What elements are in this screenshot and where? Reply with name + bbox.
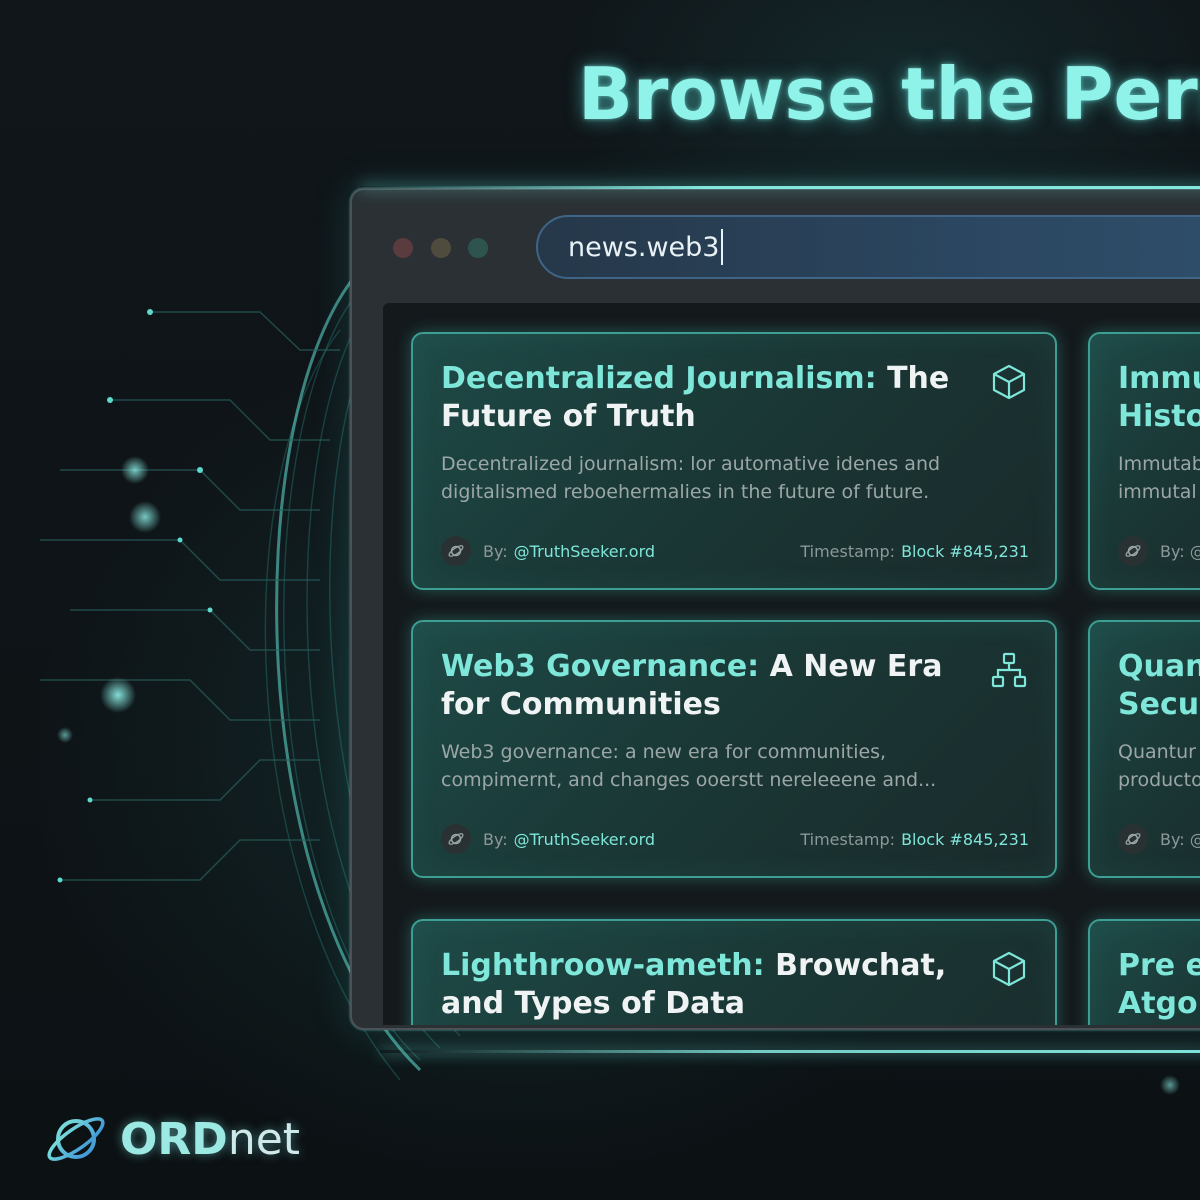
article-description: Web3 governance: a new era for communiti… (441, 741, 937, 791)
article-title-accent: Decentralized Journalism: (441, 361, 877, 396)
brand-name-rest: net (227, 1113, 301, 1165)
by-label: By: @ (1160, 541, 1200, 561)
article-meta: By: @ (1118, 822, 1200, 856)
article-title[interactable]: Immu Histo (1118, 360, 1200, 436)
timestamp-label: Timestamp: (800, 829, 896, 849)
article-title-accent: Web3 Governance: (441, 649, 760, 684)
window-minimize-button[interactable] (431, 238, 451, 258)
window-glow-bottom (380, 1050, 1200, 1053)
article-title[interactable]: Pre e Atgor (1118, 947, 1200, 1023)
planet-logo-icon (47, 1117, 105, 1161)
by-label: By: @ (1160, 829, 1200, 849)
brand-name-bold: ORD (120, 1113, 228, 1165)
article-description: Decentralized journalism: lor automative… (441, 453, 941, 503)
by-label: By: (483, 541, 508, 561)
cube-icon (992, 364, 1026, 400)
planet-icon (1118, 824, 1148, 854)
stage: Browse the Perma news.web3 Decentralized… (0, 0, 1200, 1200)
address-bar[interactable]: news.web3 (536, 215, 1200, 279)
timestamp: Timestamp: Block #845,231 (800, 830, 1029, 849)
window-maximize-button[interactable] (468, 238, 488, 258)
article-title-accent: Immu Histo (1118, 361, 1200, 434)
block-number: Block #845,231 (901, 829, 1029, 849)
article-title[interactable]: Web3 Governance: A New Era for Communiti… (441, 648, 961, 724)
article-meta: By: @TruthSeeker.ord Timestamp: Block #84… (441, 822, 1029, 856)
article-card-partial[interactable]: Quan Secu Quantur producto By: @ (1088, 620, 1200, 878)
article-card[interactable]: Web3 Governance: A New Era for Communiti… (411, 620, 1057, 878)
planet-icon (441, 536, 471, 566)
article-title-accent: Quan Secu (1118, 649, 1200, 722)
hero-title: Browse the Perma (578, 52, 1200, 136)
article-card-partial[interactable]: Pre e Atgor (1088, 919, 1200, 1025)
network-icon (991, 652, 1027, 688)
brand-logo: ORDnet (40, 1108, 300, 1170)
article-meta: By: @TruthSeeker.ord Timestamp: Block #84… (441, 534, 1029, 568)
window-close-button[interactable] (393, 238, 413, 258)
planet-icon (1118, 536, 1148, 566)
article-card-partial[interactable]: Immu Histo Immutab immutal By: @ (1088, 332, 1200, 590)
article-meta: By: @ (1118, 534, 1200, 568)
address-input-text[interactable]: news.web3 (568, 232, 719, 263)
window-glow-top (360, 186, 1200, 189)
article-title[interactable]: Decentralized Journalism: The Future of … (441, 360, 961, 436)
text-caret (721, 229, 724, 265)
article-card[interactable]: Lighthroow-ameth: Browchat, and Types of… (411, 919, 1057, 1025)
article-description: Quantur producto (1118, 741, 1200, 791)
brand-name: ORDnet (120, 1114, 300, 1165)
author-link[interactable]: @TruthSeeker.ord (514, 542, 655, 561)
article-title[interactable]: Quan Secu (1118, 648, 1200, 724)
timestamp: Timestamp: Block #845,231 (800, 542, 1029, 561)
article-title[interactable]: Lighthroow-ameth: Browchat, and Types of… (441, 947, 961, 1023)
article-title-accent: Pre e Atgor (1118, 948, 1200, 1021)
article-card[interactable]: Decentralized Journalism: The Future of … (411, 332, 1057, 590)
by-label: By: (483, 829, 508, 849)
content-area: Decentralized Journalism: The Future of … (383, 303, 1200, 1025)
block-number: Block #845,231 (901, 541, 1029, 561)
planet-icon (441, 824, 471, 854)
author-link[interactable]: @TruthSeeker.ord (514, 830, 655, 849)
cube-icon (992, 951, 1026, 987)
timestamp-label: Timestamp: (800, 541, 896, 561)
article-title-accent: Lighthroow-ameth: (441, 948, 765, 983)
article-description: Immutab immutal (1118, 453, 1200, 503)
